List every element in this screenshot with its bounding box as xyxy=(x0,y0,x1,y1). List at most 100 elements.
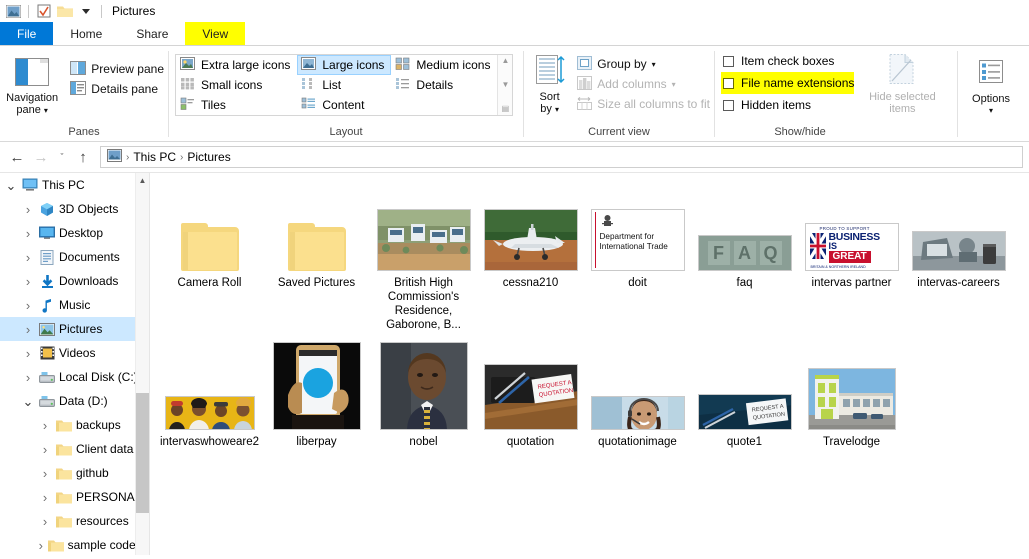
file-tile[interactable]: FAQ faq xyxy=(691,187,798,290)
tab-file[interactable]: File xyxy=(0,22,54,45)
scroll-more-icon[interactable]: ▤ xyxy=(502,105,510,113)
extra-large-icons-icon xyxy=(180,57,195,73)
breadcrumb-item-pictures[interactable]: Pictures xyxy=(187,150,230,164)
options-caret-icon[interactable]: ▾ xyxy=(989,105,993,117)
file-name-extensions-checkbox[interactable] xyxy=(723,77,734,89)
group-by-button[interactable]: Group by ▾ xyxy=(575,54,714,74)
sidebar-scroll-up-icon[interactable]: ▲ xyxy=(136,173,149,187)
details-pane-button[interactable]: Details pane xyxy=(68,79,168,99)
layout-list[interactable]: List xyxy=(297,75,391,95)
chevron-right-icon[interactable]: › xyxy=(21,274,35,289)
file-tile[interactable]: REQUEST A QUOTATION quotation xyxy=(477,346,584,449)
tab-share[interactable]: Share xyxy=(119,22,185,45)
file-tile[interactable]: intervaswhoweare2 xyxy=(156,346,263,449)
sidebar-scrollbar[interactable]: ▲ xyxy=(135,173,149,555)
sidebar-item-documents[interactable]: › Documents xyxy=(0,245,149,269)
sort-by-button[interactable]: Sort by ▾ xyxy=(528,52,571,116)
chevron-right-icon[interactable]: › xyxy=(38,514,52,529)
folder-thumbnail xyxy=(180,187,239,271)
chevron-right-icon[interactable]: › xyxy=(38,418,52,433)
file-tile[interactable]: quotationimage xyxy=(584,346,691,449)
chevron-right-icon[interactable]: › xyxy=(38,466,52,481)
folder-icon xyxy=(47,537,64,553)
chevron-right-icon[interactable]: › xyxy=(21,202,35,217)
new-folder-icon[interactable] xyxy=(56,3,74,19)
file-tile[interactable]: Department for International Trade doit xyxy=(584,187,691,290)
recent-locations-button[interactable]: ˇ xyxy=(54,146,70,168)
sidebar-item-desktop[interactable]: › Desktop xyxy=(0,221,149,245)
preview-pane-button[interactable]: Preview pane xyxy=(68,59,168,79)
sidebar-item-sample-code-fo[interactable]: › sample code fo xyxy=(0,533,149,555)
sidebar-item-downloads[interactable]: › Downloads xyxy=(0,269,149,293)
scroll-up-icon[interactable]: ▲ xyxy=(501,57,509,65)
layout-gallery-scrollbar[interactable]: ▲ ▼ ▤ xyxy=(497,55,513,115)
chevron-right-icon[interactable]: › xyxy=(38,442,52,457)
up-button[interactable]: ↑ xyxy=(72,146,94,168)
sidebar-item-this-pc[interactable]: ⌄ This PC xyxy=(0,173,149,197)
file-tile[interactable]: liberpay xyxy=(263,342,370,449)
hidden-items-checkbox[interactable] xyxy=(723,99,734,111)
sidebar-item-client-data[interactable]: › Client data xyxy=(0,437,149,461)
file-tile[interactable]: nobel xyxy=(370,342,477,449)
chevron-right-icon[interactable]: › xyxy=(38,490,52,505)
layout-tiles[interactable]: Tiles xyxy=(176,95,297,115)
chevron-down-icon[interactable]: ⌄ xyxy=(21,395,35,408)
customize-qat-dropdown-icon[interactable] xyxy=(77,3,95,19)
sidebar-item-resources[interactable]: › resources xyxy=(0,509,149,533)
file-tile[interactable]: intervas-careers xyxy=(905,187,1012,290)
file-tile[interactable]: REQUEST A QUOTATION quote1 xyxy=(691,346,798,449)
file-name-extensions-row[interactable]: File name extensions xyxy=(721,72,855,94)
file-tile[interactable]: Travelodge xyxy=(798,346,905,449)
chevron-right-icon[interactable]: › xyxy=(21,346,35,361)
scroll-down-icon[interactable]: ▼ xyxy=(501,81,509,89)
sidebar-item-backups[interactable]: › backups xyxy=(0,413,149,437)
group-by-caret-icon[interactable]: ▾ xyxy=(652,60,656,69)
details-pane-icon xyxy=(70,80,87,98)
file-tile[interactable]: PROUD TO SUPPORT BUSINESS IS GREAT BRITA… xyxy=(798,187,905,290)
main-area: ⌄ This PC › 3D Objects › Desktop › Documents › Do… xyxy=(0,172,1029,555)
image-thumbnail xyxy=(272,342,361,430)
file-tile[interactable]: Camera Roll xyxy=(156,187,263,290)
sidebar-item-github[interactable]: › github xyxy=(0,461,149,485)
chevron-right-icon[interactable]: › xyxy=(38,538,44,553)
sidebar-scroll-thumb[interactable] xyxy=(136,393,149,513)
big-great-text: GREAT xyxy=(828,251,871,263)
item-check-boxes-row[interactable]: Item check boxes xyxy=(721,50,854,72)
sidebar-item-personal[interactable]: › PERSONAL xyxy=(0,485,149,509)
file-tile[interactable]: British High Commission's Residence, Gab… xyxy=(370,187,477,332)
properties-icon[interactable] xyxy=(35,3,53,19)
chevron-right-icon[interactable]: › xyxy=(21,322,35,337)
sidebar-item-label: PERSONAL xyxy=(76,490,142,504)
layout-large-icons[interactable]: Large icons xyxy=(297,55,392,75)
sidebar-item-3d-objects[interactable]: › 3D Objects xyxy=(0,197,149,221)
layout-small-icons[interactable]: Small icons xyxy=(176,75,297,95)
sidebar-item-videos[interactable]: › Videos xyxy=(0,341,149,365)
chevron-right-icon[interactable]: › xyxy=(21,250,35,265)
file-tile[interactable]: Saved Pictures xyxy=(263,187,370,290)
chevron-down-icon[interactable]: ⌄ xyxy=(4,179,18,192)
sidebar-item-music[interactable]: › Music xyxy=(0,293,149,317)
item-check-boxes-checkbox[interactable] xyxy=(723,55,734,67)
breadcrumb[interactable]: › This PC › Pictures xyxy=(100,146,1023,168)
hidden-items-row[interactable]: Hidden items xyxy=(721,94,854,116)
tab-home[interactable]: Home xyxy=(53,22,119,45)
options-button[interactable]: Options ▾ xyxy=(960,56,1022,117)
sidebar-item-pictures[interactable]: › Pictures xyxy=(0,317,149,341)
sidebar-item-data-d[interactable]: ⌄ Data (D:) xyxy=(0,389,149,413)
back-button[interactable]: ← xyxy=(6,146,28,168)
layout-content[interactable]: Content xyxy=(297,95,391,115)
chevron-right-icon[interactable]: › xyxy=(21,226,35,241)
navigation-pane-button[interactable]: Navigation pane ▾ xyxy=(0,52,64,117)
file-list-view: Camera Roll Saved Pictures British High … xyxy=(150,173,1029,555)
layout-medium-icons[interactable]: Medium icons xyxy=(391,55,497,75)
file-tile[interactable]: cessna210 xyxy=(477,187,584,290)
chevron-right-icon[interactable]: › xyxy=(21,370,35,385)
chevron-right-icon[interactable]: › xyxy=(21,298,35,313)
sort-by-label-1: Sort xyxy=(539,91,560,103)
layout-extra-large-icons[interactable]: Extra large icons xyxy=(176,55,297,75)
breadcrumb-item-this-pc[interactable]: This PC xyxy=(133,150,176,164)
add-columns-caret-icon: ▾ xyxy=(671,79,676,89)
tab-view[interactable]: View xyxy=(185,22,246,45)
sidebar-item-local-disk-c[interactable]: › Local Disk (C:) xyxy=(0,365,149,389)
layout-details[interactable]: Details xyxy=(391,75,497,95)
